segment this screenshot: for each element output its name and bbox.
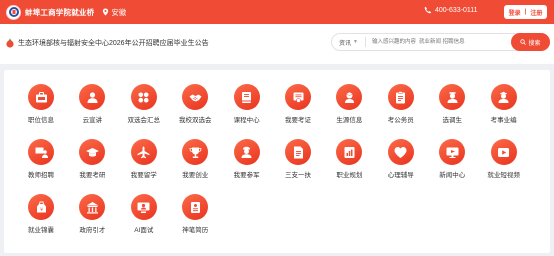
- menu-item[interactable]: 就业短视频: [484, 139, 524, 179]
- ai-interview-icon: [130, 194, 157, 220]
- menu-item-label: 职业规划: [336, 172, 363, 179]
- menu-item[interactable]: ¥ 就业锦囊: [21, 194, 61, 234]
- menu-item[interactable]: AI面试: [124, 194, 164, 234]
- menu-item[interactable]: 课程中心: [227, 84, 267, 124]
- soldier-icon: [233, 139, 260, 165]
- location-label: 安徽: [111, 7, 127, 17]
- menu-item-label: 教师招聘: [28, 172, 54, 179]
- menu-item[interactable]: 心理辅导: [381, 139, 421, 179]
- menu-item-label: 我要留学: [130, 172, 157, 179]
- phone-icon: [424, 6, 432, 14]
- heart-icon: [387, 139, 414, 165]
- menu-item[interactable]: 我要留学: [124, 139, 164, 179]
- phone-number: 400-633-0111: [435, 6, 478, 14]
- menu-item-label: 考公务员: [387, 117, 414, 124]
- menu-item[interactable]: 云宣讲: [72, 84, 112, 124]
- menu-item-label: 心理辅导: [387, 172, 414, 179]
- tomato-icon: [6, 38, 14, 48]
- menu-item[interactable]: 神笔简历: [175, 194, 215, 234]
- login-button[interactable]: 登录: [507, 8, 523, 17]
- menu-item-label: 政府引才: [79, 227, 106, 234]
- menu-item-label: 三支一扶: [285, 172, 311, 179]
- search-button-label: 搜索: [528, 40, 541, 47]
- menu-item-label: 考事业编: [490, 117, 517, 124]
- search-icon: [520, 39, 527, 45]
- site-name[interactable]: 蚌埠工商学院就业桥: [25, 7, 94, 18]
- menu-item[interactable]: 职位信息: [21, 84, 61, 124]
- register-button[interactable]: 注册: [528, 8, 544, 17]
- report-icon: [336, 139, 363, 165]
- search-button[interactable]: 搜索: [511, 33, 550, 51]
- menu-item[interactable]: 我校双选会: [175, 84, 215, 124]
- function-menu-panel: 职位信息 云宣讲 双选会汇总 我校双选会 课程中心 我要考证 生源信息 考公务员 选调生 考事业编…: [4, 70, 550, 253]
- notice-link[interactable]: 生态环境部核与辐射安全中心2026年公开招聘应届毕业生公告: [18, 38, 209, 48]
- menu-item[interactable]: 我要考研: [72, 139, 112, 179]
- menu-item-label: 我要考证: [285, 117, 311, 124]
- top-header: 蚌埠工商学院就业桥 安徽 400-633-0111 登录 | 注册: [0, 0, 554, 24]
- menu-item-label: 云宣讲: [82, 117, 103, 124]
- chevron-down-icon: ▼: [353, 39, 358, 45]
- menu-item-label: 我要参军: [233, 172, 260, 179]
- menu-item[interactable]: 新闻中心: [432, 139, 472, 179]
- menu-item[interactable]: 政府引才: [72, 194, 112, 234]
- auth-buttons: 登录 | 注册: [504, 5, 547, 19]
- menu-item[interactable]: 生源信息: [329, 84, 369, 124]
- hotline: 400-633-0111: [424, 6, 478, 14]
- book-icon: [233, 84, 260, 110]
- monitor-icon: [439, 139, 466, 165]
- clipboard-icon: [387, 84, 414, 110]
- handshake-icon: [182, 84, 209, 110]
- menu-item[interactable]: 三支一扶: [278, 139, 318, 179]
- menu-item[interactable]: 考事业编: [484, 84, 524, 124]
- menu-item-label: 职位信息: [28, 117, 54, 124]
- menu-item-label: 新闻中心: [439, 172, 466, 179]
- resume-icon: [182, 194, 209, 220]
- menu-item[interactable]: 我要参军: [227, 139, 267, 179]
- menu-item-label: 神笔简历: [182, 227, 209, 234]
- menu-item-label: 我校双选会: [178, 117, 212, 124]
- svg-text:¥: ¥: [40, 207, 43, 213]
- trophy-icon: [182, 139, 209, 165]
- teacher-icon: [28, 139, 54, 165]
- search-category-select[interactable]: 资讯 ▼: [332, 37, 366, 47]
- menu-item[interactable]: 职业规划: [329, 139, 369, 179]
- search-category-label: 资讯: [339, 40, 352, 47]
- menu-item[interactable]: 我要创业: [175, 139, 215, 179]
- menu-item-label: AI面试: [134, 227, 154, 234]
- menu-item[interactable]: 我要考证: [278, 84, 318, 124]
- document-icon: [285, 139, 311, 165]
- menu-item-label: 我要创业: [182, 172, 209, 179]
- location-selector[interactable]: 安徽: [102, 7, 126, 18]
- menu-item-label: 就业锦囊: [28, 227, 54, 234]
- menu-item[interactable]: 选调生: [432, 84, 472, 124]
- person-icon: [79, 84, 106, 110]
- menu-item-label: 我要考研: [79, 172, 106, 179]
- notice-bar: 生态环境部核与辐射安全中心2026年公开招聘应届毕业生公告 资讯 ▼ 搜索: [0, 24, 554, 64]
- plane-icon: [130, 139, 157, 165]
- menu-item-label: 生源信息: [336, 117, 363, 124]
- location-pin-icon: [103, 8, 109, 16]
- menu-item-label: 课程中心: [233, 117, 260, 124]
- certificate-icon: [285, 84, 311, 110]
- menu-item-label: 选调生: [442, 117, 462, 124]
- menu-item-label: 就业短视频: [487, 172, 520, 179]
- menu-item[interactable]: 双选会汇总: [124, 84, 164, 124]
- graduation-cap-icon: [79, 139, 106, 165]
- video-icon: [490, 139, 517, 165]
- official-icon: [439, 84, 466, 110]
- government-icon: [79, 194, 106, 220]
- menu-item-label: 双选会汇总: [127, 117, 161, 124]
- job-icon: [28, 84, 54, 110]
- grid-icon: [130, 84, 157, 110]
- menu-item[interactable]: 教师招聘: [21, 139, 61, 179]
- student-icon: [336, 84, 363, 110]
- bag-icon: ¥: [28, 194, 54, 220]
- menu-item[interactable]: 考公务员: [381, 84, 421, 124]
- search-box: 资讯 ▼ 搜索: [331, 33, 550, 51]
- school-logo-icon[interactable]: [6, 4, 21, 20]
- officer-icon: [490, 84, 517, 110]
